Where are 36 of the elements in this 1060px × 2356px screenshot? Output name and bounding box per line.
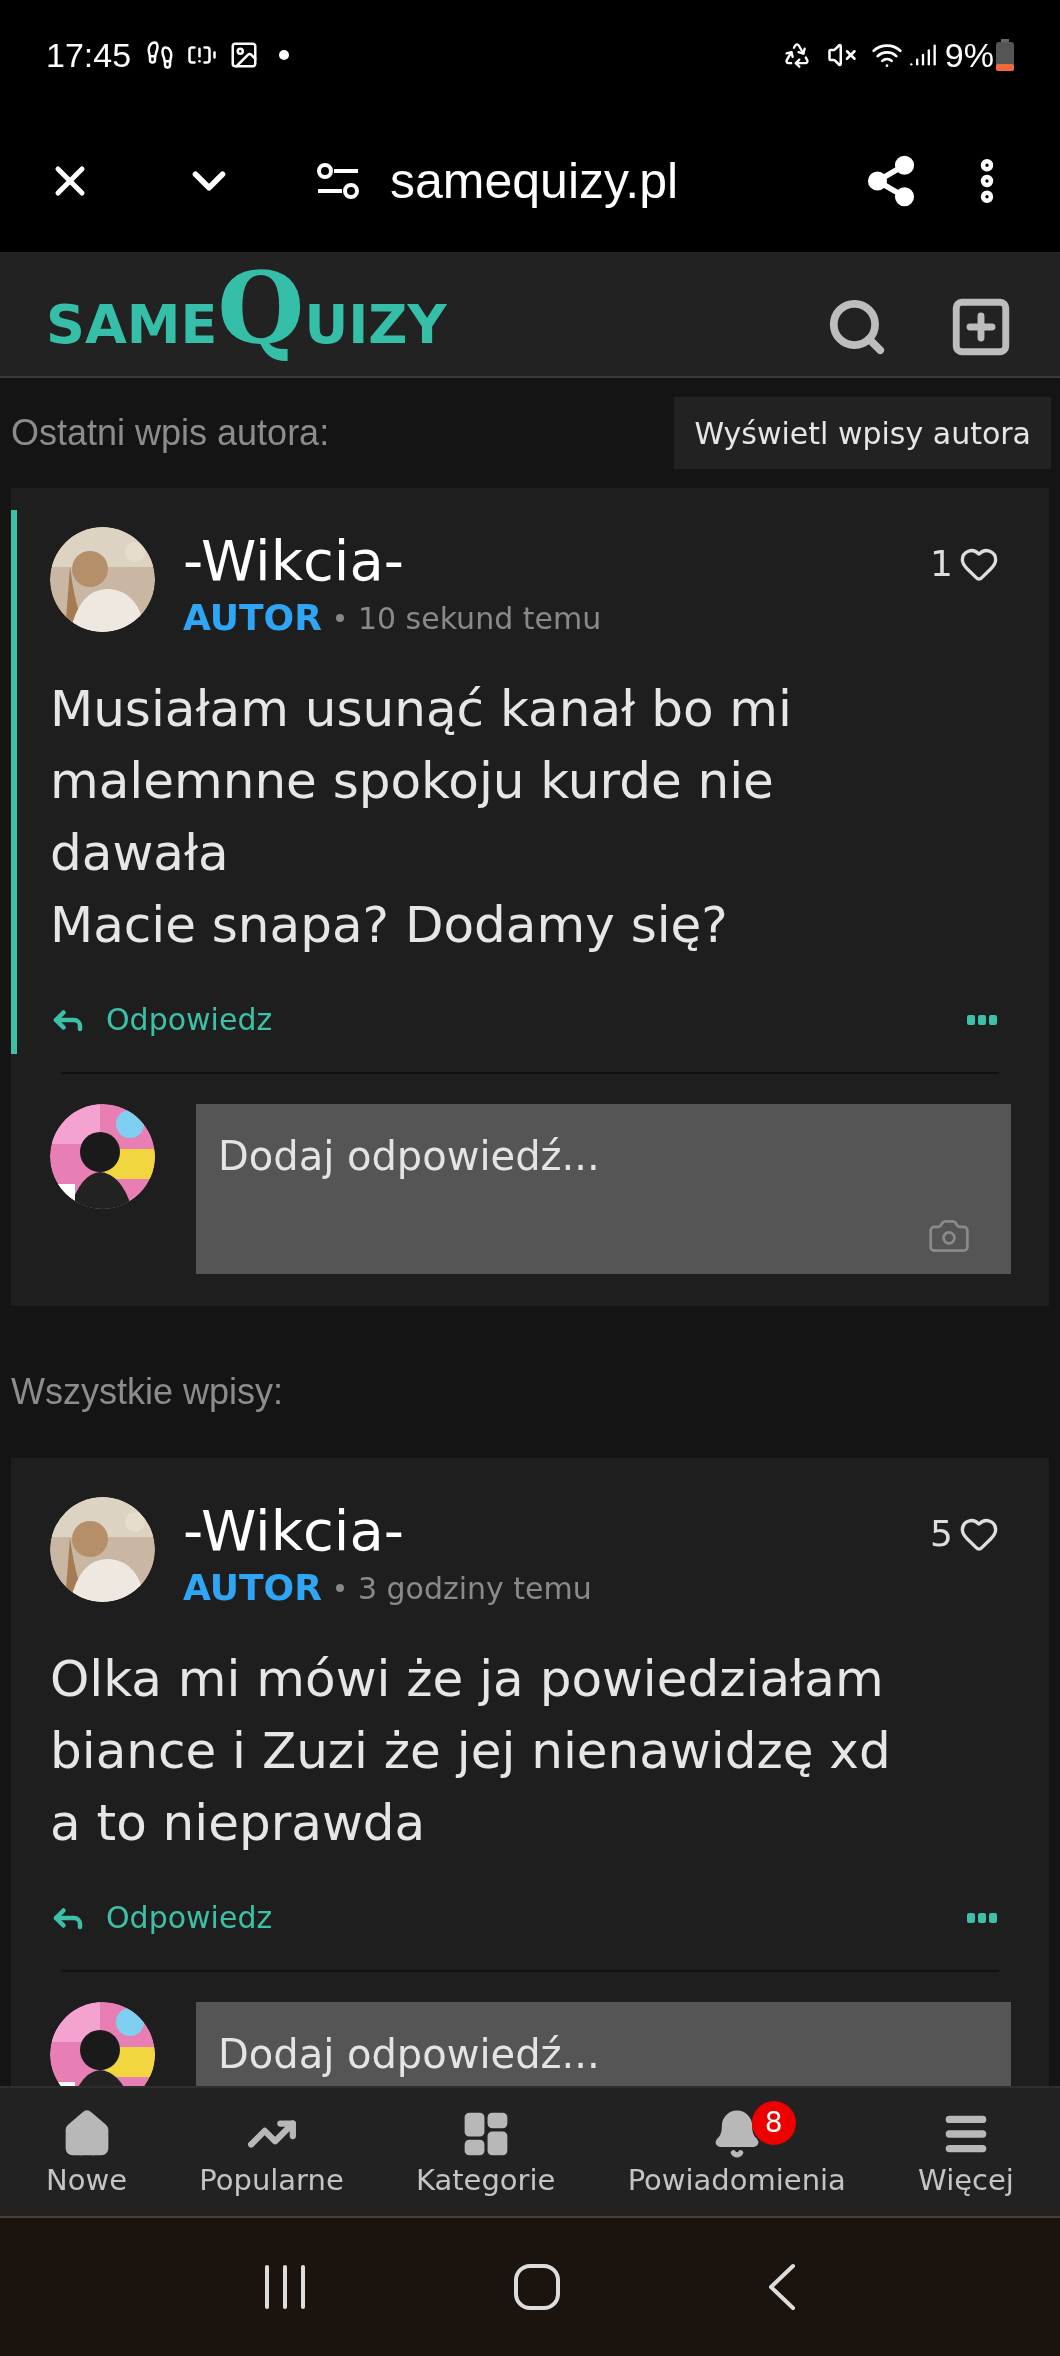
post-time: 3 godziny temu (357, 1569, 592, 1608)
author-posts-button[interactable]: Wyświetl wpisy autora (674, 397, 1051, 469)
reply-field[interactable]: Dodaj odpowiedź... (196, 2002, 1011, 2086)
nav-tab[interactable]: Nowe (46, 2101, 128, 2203)
back-icon[interactable] (767, 2263, 797, 2311)
battery-icon (996, 39, 1014, 71)
recents-icon[interactable] (263, 2264, 307, 2310)
reply-field[interactable]: Dodaj odpowiedź... (196, 1104, 1011, 1274)
tune-icon[interactable] (316, 161, 360, 201)
more-icon[interactable] (967, 1014, 997, 1025)
like-count: 5 (930, 1512, 953, 1556)
section-heading: Wszystkie wpisy: (11, 1370, 284, 1414)
author-role-label: AUTOR (183, 596, 322, 640)
reply-link[interactable]: Odpowiedz (106, 1895, 273, 1940)
home-button-icon[interactable] (513, 2263, 561, 2311)
section-heading: Ostatni wpis autora: (11, 411, 330, 455)
author-name[interactable]: -Wikcia- (183, 527, 931, 595)
battery-percent: 9% (944, 34, 994, 76)
nav-tab[interactable]: Więcej (918, 2101, 1014, 2203)
nav-tab[interactable]: 8 Powiadomienia (627, 2101, 846, 2203)
nav-tab[interactable]: Popularne (199, 2101, 344, 2203)
recycle-icon (782, 41, 811, 69)
image-icon (229, 40, 260, 70)
like-count: 1 (930, 542, 953, 586)
notification-badge: 8 (751, 2101, 796, 2146)
post-time: 10 sekund temu (357, 599, 602, 638)
status-time: 17:45 (46, 34, 132, 76)
author-name[interactable]: -Wikcia- (183, 1497, 931, 1565)
site-logo[interactable]: SAMEQUIZY (46, 248, 447, 368)
url-text[interactable]: samequizy.pl (390, 143, 679, 219)
reply-link[interactable]: Odpowiedz (106, 997, 273, 1042)
post-text: Olka mi mówi że ja powiedziałam biance i Zuzi że jej nienawidzę xd a to nieprawda (50, 1649, 892, 1854)
post-text: Musiałam usunąć kanał bo mi malemnne spokoju kurde nie dawała Macie snapa? Dodamy się? (50, 679, 793, 956)
author-role-label: AUTOR (183, 1566, 322, 1610)
nav-tab[interactable]: Kategorie (415, 2101, 556, 2203)
more-icon[interactable] (967, 1912, 997, 1923)
